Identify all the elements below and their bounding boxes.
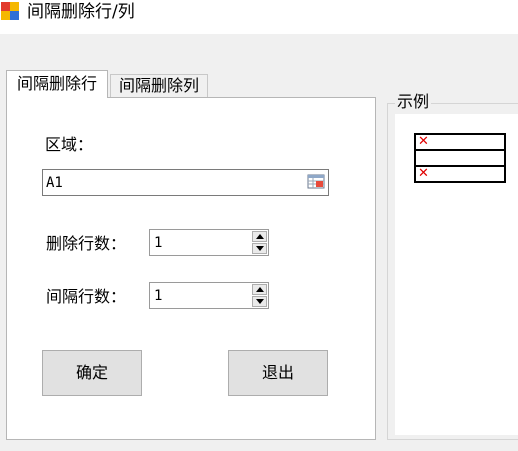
confirm-button[interactable]: 确定 [42, 350, 142, 396]
interval-rows-value: 1 [154, 288, 163, 304]
decrement-button[interactable] [252, 243, 267, 254]
decrement-button[interactable] [252, 296, 267, 307]
delete-rows-label: 删除行数： [46, 234, 127, 253]
window-title: 间隔删除行/列 [27, 2, 135, 22]
interval-rows-label: 间隔行数： [46, 287, 127, 306]
arrow-up-icon [256, 287, 264, 292]
delete-rows-value: 1 [154, 235, 163, 251]
increment-button[interactable] [252, 284, 267, 295]
increment-button[interactable] [252, 231, 267, 242]
region-input-value: A1 [46, 175, 63, 191]
delete-mark-icon: ✕ [418, 134, 429, 149]
app-icon [1, 2, 19, 20]
delete-rows-stepper[interactable]: 1 [149, 229, 269, 256]
region-label: 区域： [45, 135, 94, 154]
example-row: ✕ [414, 133, 506, 149]
delete-mark-icon: ✕ [418, 166, 429, 181]
interval-rows-stepper[interactable]: 1 [149, 282, 269, 309]
example-row [414, 149, 506, 165]
title-bar: 间隔删除行/列 [0, 0, 518, 34]
exit-button[interactable]: 退出 [228, 350, 328, 396]
region-input[interactable]: A1 [42, 169, 329, 196]
tab-delete-columns[interactable]: 间隔删除列 [110, 74, 208, 98]
example-row: ✕ [414, 165, 506, 183]
range-select-icon[interactable] [307, 173, 326, 191]
arrow-up-icon [256, 234, 264, 239]
arrow-down-icon [256, 246, 264, 251]
arrow-down-icon [256, 299, 264, 304]
tab-delete-rows[interactable]: 间隔删除行 [6, 70, 108, 98]
example-title: 示例 [395, 91, 432, 113]
example-table: ✕ ✕ [414, 133, 506, 183]
